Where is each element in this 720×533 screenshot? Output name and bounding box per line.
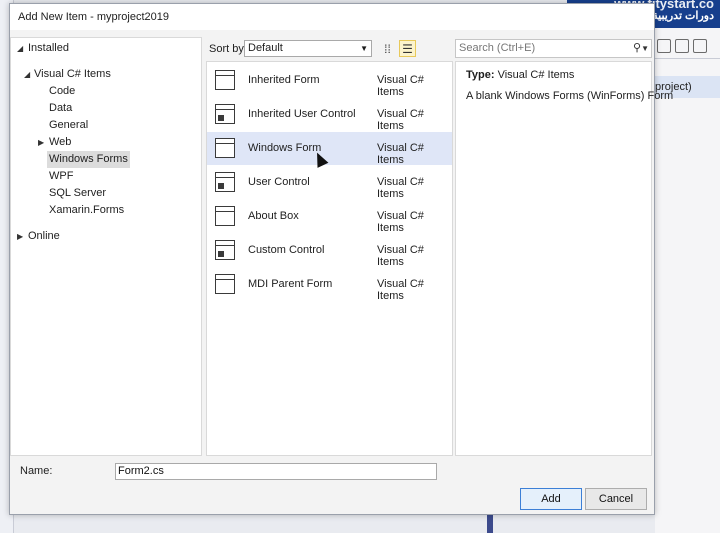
sort-by-label: Sort by:: [209, 43, 247, 55]
collapsed-arrow-icon[interactable]: ▶: [38, 134, 44, 151]
list-item[interactable]: Custom Control Visual C# Items: [207, 234, 452, 268]
sort-by-dropdown[interactable]: Default ▼: [244, 40, 372, 57]
toolbar-icon[interactable]: [675, 39, 689, 53]
category-tree: ◢ Installed ◢ Visual C# Items Code Data …: [10, 37, 202, 456]
inherited-form-icon: [215, 70, 235, 90]
tree-item-visual-csharp[interactable]: ◢ Visual C# Items: [11, 66, 201, 83]
search-input[interactable]: Search (Ctrl+E) ⚲ ▼: [455, 39, 652, 58]
solution-explorer-toolbar: [655, 34, 720, 58]
tree-item-wpf[interactable]: WPF: [11, 168, 201, 185]
inherited-user-control-icon: [215, 104, 235, 124]
add-button[interactable]: Add: [520, 488, 582, 510]
collapsed-arrow-icon[interactable]: ▶: [17, 228, 23, 245]
search-options-arrow-icon[interactable]: ▼: [641, 40, 649, 57]
toolbar-icon[interactable]: [693, 39, 707, 53]
expanded-arrow-icon[interactable]: ◢: [17, 40, 23, 57]
ide-status-fragment: [487, 515, 493, 533]
tree-item-installed[interactable]: ◢ Installed: [11, 40, 201, 57]
dialog-title: Add New Item - myproject2019: [18, 11, 170, 23]
details-description: A blank Windows Forms (WinForms) Form: [466, 90, 674, 102]
tree-item-general[interactable]: General: [11, 117, 201, 134]
tree-item-sql-server[interactable]: SQL Server: [11, 185, 201, 202]
tree-item-online[interactable]: ▶ Online: [11, 228, 201, 245]
cancel-button[interactable]: Cancel: [585, 488, 647, 510]
tree-item-code[interactable]: Code: [11, 83, 201, 100]
template-list: Inherited Form Visual C# Items Inherited…: [206, 61, 453, 456]
details-type: Type: Visual C# Items: [466, 69, 575, 81]
mdi-parent-form-icon: [215, 274, 235, 294]
grid-view-icon[interactable]: ⁞⁞: [379, 40, 396, 57]
toolbar-icon[interactable]: [657, 39, 671, 53]
sort-toolbar: Sort by: Default ▼ ⁞⁞ ☰: [207, 40, 461, 58]
user-control-icon: [215, 172, 235, 192]
add-new-item-dialog: Add New Item - myproject2019 ◢ Installed…: [9, 3, 674, 515]
ide-solution-explorer: project): [655, 0, 720, 533]
dialog-titlebar: Add New Item - myproject2019: [10, 4, 654, 30]
list-item[interactable]: User Control Visual C# Items: [207, 166, 452, 200]
list-item[interactable]: Inherited User Control Visual C# Items: [207, 98, 452, 132]
list-item[interactable]: MDI Parent Form Visual C# Items: [207, 268, 452, 302]
custom-control-icon: [215, 240, 235, 260]
name-label: Name:: [20, 465, 53, 477]
search-icon[interactable]: ⚲: [633, 40, 641, 57]
tree-item-data[interactable]: Data: [11, 100, 201, 117]
list-item[interactable]: Inherited Form Visual C# Items: [207, 64, 452, 98]
list-item-selected[interactable]: Windows Form Visual C# Items: [207, 132, 452, 166]
dropdown-arrow-icon: ▼: [360, 44, 368, 53]
list-item[interactable]: About Box Visual C# Items: [207, 200, 452, 234]
about-box-icon: [215, 206, 235, 226]
expanded-arrow-icon[interactable]: ◢: [24, 66, 30, 83]
windows-form-icon: [215, 138, 235, 158]
details-pane: Type: Visual C# Items A blank Windows Fo…: [455, 61, 674, 456]
tree-item-windows-forms[interactable]: Windows Forms: [11, 151, 201, 168]
tree-item-xamarin-forms[interactable]: Xamarin.Forms: [11, 202, 201, 219]
list-view-icon[interactable]: ☰: [399, 40, 416, 57]
tree-item-web[interactable]: ▶ Web: [11, 134, 201, 151]
name-field[interactable]: Form2.cs: [115, 463, 437, 480]
